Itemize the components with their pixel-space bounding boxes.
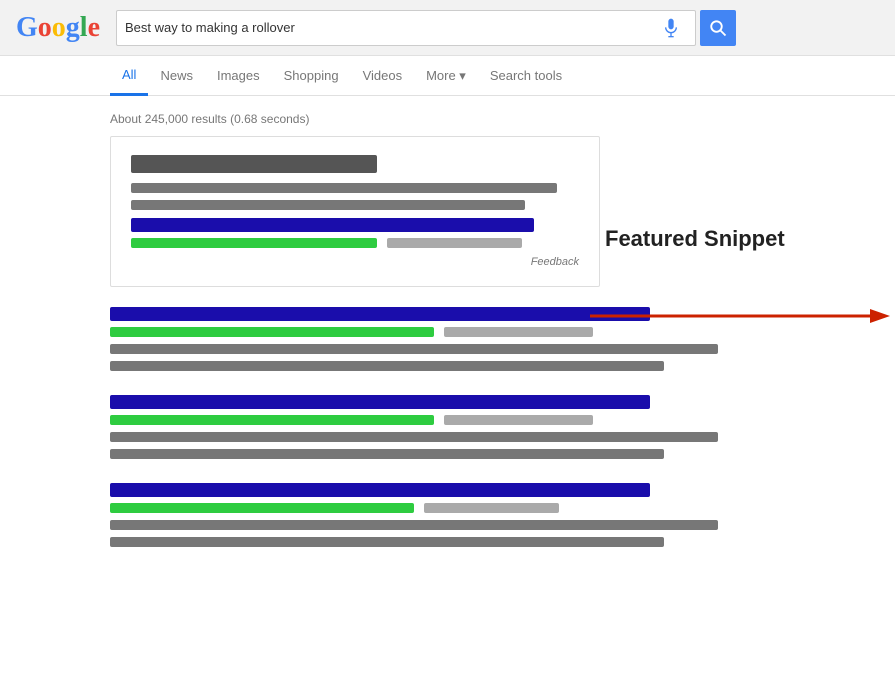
result-count: About 245,000 results (0.68 seconds)	[110, 104, 785, 136]
featured-snippet-label: Featured Snippet	[605, 226, 785, 252]
mic-icon[interactable]	[661, 18, 681, 38]
featured-snippet-arrow	[590, 306, 895, 326]
snippet-text-line-2	[131, 200, 525, 210]
logo-letter-g2: g	[66, 12, 80, 44]
logo: Google	[16, 12, 100, 44]
result-2-desc-2	[110, 449, 664, 459]
snippet-gray-bar	[387, 238, 521, 248]
snippet-url-bar[interactable]	[131, 218, 534, 232]
result-2-meta	[110, 415, 785, 425]
snippet-meta-row	[131, 238, 579, 248]
search-bar	[116, 10, 696, 46]
result-3-meta	[110, 503, 785, 513]
snippet-title-bar	[131, 155, 377, 173]
result-1-desc-1	[110, 344, 718, 354]
featured-snippet-box: Feedback	[110, 136, 600, 287]
result-1-desc-2	[110, 361, 664, 371]
result-1-meta	[110, 327, 785, 337]
result-2-title[interactable]	[110, 395, 650, 409]
logo-letter-o2: o	[52, 12, 66, 44]
result-2-gray	[444, 415, 593, 425]
search-input[interactable]	[125, 20, 661, 35]
result-2-desc-1	[110, 432, 718, 442]
featured-snippet-annotation: Featured Snippet	[605, 226, 885, 252]
result-1-title[interactable]	[110, 307, 650, 321]
result-item-2	[110, 395, 785, 459]
snippet-text-line-1	[131, 183, 557, 193]
result-item-3	[110, 483, 785, 547]
search-button[interactable]	[700, 10, 736, 46]
nav-item-videos[interactable]: Videos	[351, 56, 415, 96]
nav-item-search-tools[interactable]: Search tools	[478, 56, 574, 96]
logo-letter-l: l	[80, 12, 88, 44]
nav-item-all[interactable]: All	[110, 56, 148, 96]
result-3-green	[110, 503, 414, 513]
result-2-green	[110, 415, 434, 425]
header: Google	[0, 0, 895, 56]
snippet-green-bar	[131, 238, 377, 248]
result-3-desc-2	[110, 537, 664, 547]
nav-item-news[interactable]: News	[148, 56, 205, 96]
result-3-gray	[424, 503, 559, 513]
nav-item-more[interactable]: More ▾	[414, 56, 478, 96]
logo-letter-e: e	[88, 12, 100, 44]
feedback-label[interactable]: Feedback	[131, 256, 579, 268]
logo-letter-g: G	[16, 12, 38, 44]
nav-bar: All News Images Shopping Videos More ▾ S…	[0, 56, 895, 96]
result-3-desc-1	[110, 520, 718, 530]
nav-item-images[interactable]: Images	[205, 56, 272, 96]
result-3-title[interactable]	[110, 483, 650, 497]
logo-letter-o1: o	[38, 12, 52, 44]
result-1-gray	[444, 327, 593, 337]
result-1-green	[110, 327, 434, 337]
nav-item-shopping[interactable]: Shopping	[272, 56, 351, 96]
